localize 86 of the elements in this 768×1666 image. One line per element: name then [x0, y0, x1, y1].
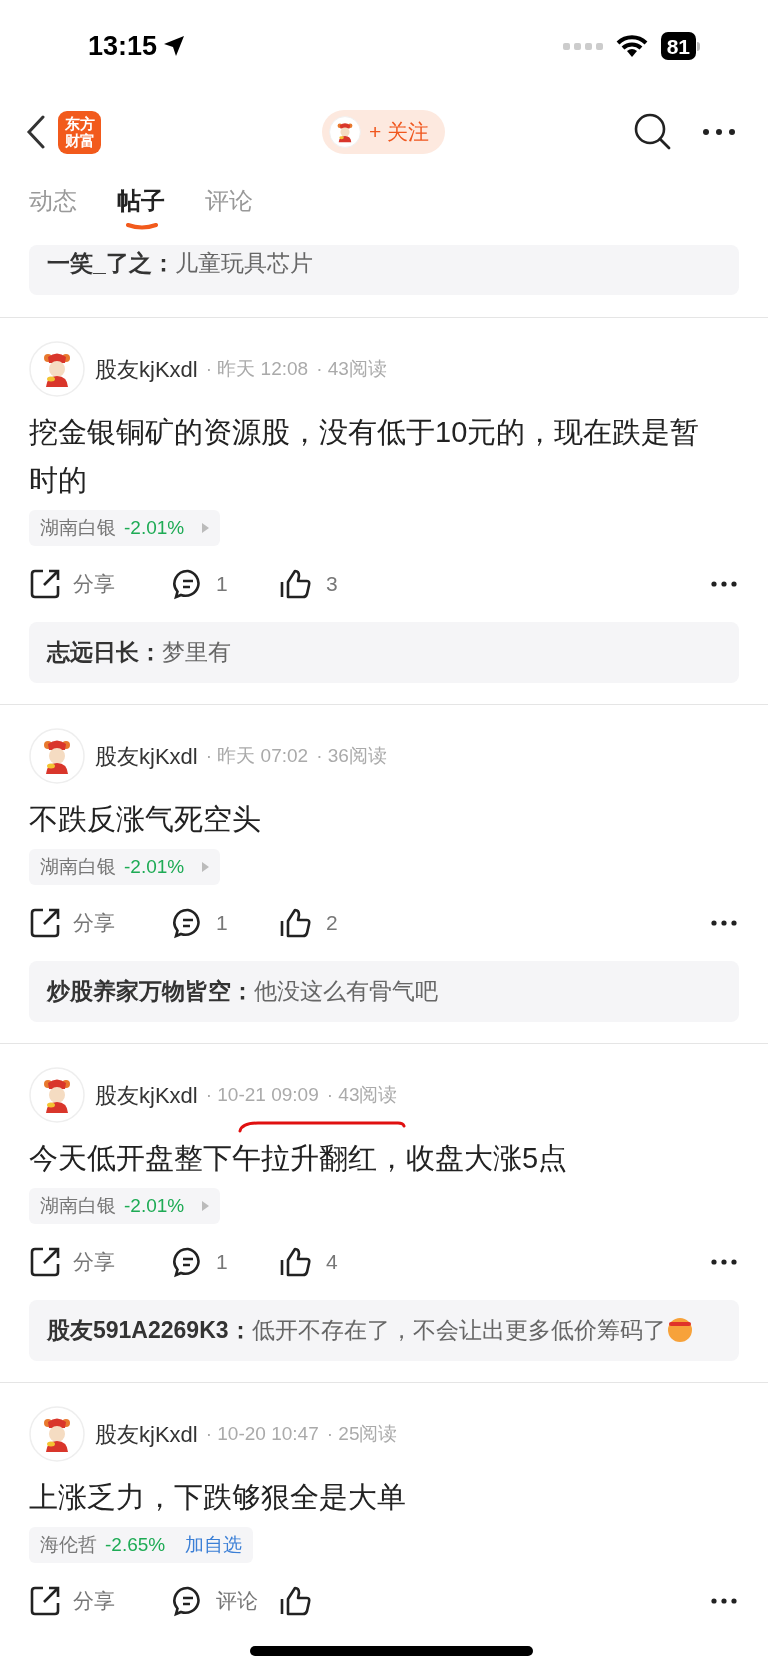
share-button[interactable]: 分享 [29, 568, 172, 600]
stock-change: -2.01% [124, 1193, 185, 1218]
share-button[interactable]: 分享 [29, 1585, 172, 1617]
tab[interactable]: 动态 [29, 184, 77, 218]
follow-button[interactable]: + 关注 [322, 110, 446, 154]
post-text[interactable]: 挖金银铜矿的资源股，没有低于10元的，现在跌是暂时的 [29, 408, 719, 504]
more-icon[interactable] [702, 128, 736, 136]
status-time: 13:15 [88, 29, 158, 63]
search-icon[interactable] [634, 113, 672, 151]
reply-text: 他没这么有骨气吧 [254, 978, 438, 1004]
avatar-icon[interactable] [29, 1067, 85, 1123]
stock-tag[interactable]: 湖南白银 -2.01% [29, 1188, 221, 1224]
stock-name: 海伦哲 [40, 1532, 97, 1557]
avatar-icon[interactable] [29, 1406, 85, 1462]
more-icon[interactable] [711, 1598, 737, 1604]
reply-preview[interactable]: 一笑_了之：儿童玩具芯片 [29, 245, 739, 295]
read-count: · 43阅读 [316, 356, 387, 381]
stock-change: -2.65% [105, 1532, 166, 1557]
play-arrow-icon [202, 523, 210, 533]
back-icon[interactable] [26, 115, 46, 149]
stock-change: -2.01% [124, 515, 185, 540]
tab[interactable]: 评论 [205, 184, 253, 218]
post-text[interactable]: 今天低开盘整下午拉升翻红，收盘大涨5点 [29, 1134, 719, 1182]
post-time: · 昨天 12:08 [205, 356, 309, 381]
share-button[interactable]: 分享 [29, 907, 172, 939]
reply-author: 志远日长： [47, 639, 162, 665]
more-icon[interactable] [711, 581, 737, 587]
stock-name: 湖南白银 [40, 515, 116, 540]
share-icon [29, 568, 61, 600]
like-button[interactable] [280, 1585, 312, 1617]
like-button[interactable]: 4 [280, 1246, 338, 1278]
stock-name: 湖南白银 [40, 854, 116, 879]
reply-author: 股友591A2269K3： [47, 1317, 252, 1343]
more-icon[interactable] [711, 1259, 737, 1265]
tab-underline-icon [125, 222, 159, 230]
reply-author: 一笑_了之： [47, 250, 175, 276]
stock-tag[interactable]: 湖南白银 -2.01% [29, 849, 221, 885]
reply-text: 低开不存在了，不会让出更多低价筹码了 [251, 1317, 666, 1343]
stock-change: -2.01% [124, 854, 185, 879]
thumbs-up-icon [280, 907, 312, 939]
app-logo: 东方 财富 [58, 110, 101, 154]
post-time: · 10-21 09:09 [205, 1082, 319, 1107]
post-text[interactable]: 上涨乏力，下跌够狠全是大单 [29, 1473, 719, 1521]
reply-preview[interactable]: 炒股养家万物皆空：他没这么有骨气吧 [29, 961, 739, 1022]
reply-text: 儿童玩具芯片 [174, 250, 313, 276]
comment-button[interactable]: 评论 [172, 1585, 280, 1617]
play-arrow-icon [202, 862, 210, 872]
reply-author: 炒股养家万物皆空： [47, 978, 254, 1004]
like-button[interactable]: 2 [280, 907, 338, 939]
stock-tag[interactable]: 海伦哲 -2.65% 加自选 [29, 1527, 254, 1563]
comment-button[interactable]: 1 [172, 568, 280, 600]
share-icon [29, 1585, 61, 1617]
author-name[interactable]: 股友kjKxdl [95, 739, 198, 773]
post-time: · 10-20 10:47 [205, 1421, 319, 1446]
location-arrow-icon [163, 35, 186, 57]
comment-button[interactable]: 1 [172, 907, 280, 939]
wifi-icon [614, 34, 649, 58]
play-arrow-icon [202, 1201, 210, 1211]
more-icon[interactable] [711, 920, 737, 926]
avatar-icon[interactable] [29, 341, 85, 397]
thumbs-up-icon [280, 1585, 312, 1617]
read-count: · 25阅读 [326, 1421, 398, 1446]
share-icon [29, 907, 61, 939]
read-count: · 43阅读 [326, 1082, 398, 1107]
stock-name: 湖南白银 [40, 1193, 116, 1218]
author-name[interactable]: 股友kjKxdl [95, 1078, 198, 1112]
reply-preview[interactable]: 志远日长：梦里有 [29, 622, 739, 683]
reply-preview[interactable]: 股友591A2269K3：低开不存在了，不会让出更多低价筹码了 [29, 1300, 739, 1361]
author-name[interactable]: 股友kjKxdl [95, 352, 198, 386]
post-time: · 昨天 07:02 [205, 743, 309, 768]
post-text[interactable]: 不跌反涨气死空头 [29, 795, 719, 843]
add-watchlist-link[interactable]: 加自选 [185, 1530, 243, 1560]
avatar-icon[interactable] [329, 116, 361, 148]
tab[interactable]: 帖子 [117, 184, 165, 218]
stock-tag[interactable]: 湖南白银 -2.01% [29, 510, 221, 546]
signal-icon [562, 41, 603, 51]
share-button[interactable]: 分享 [29, 1246, 172, 1278]
thumbs-up-icon [280, 1246, 312, 1278]
author-name[interactable]: 股友kjKxdl [95, 1417, 198, 1451]
thumbs-up-icon [280, 568, 312, 600]
reply-text: 梦里有 [162, 639, 231, 665]
like-button[interactable]: 3 [280, 568, 338, 600]
avatar-icon[interactable] [29, 728, 85, 784]
share-icon [29, 1246, 61, 1278]
read-count: · 36阅读 [316, 743, 387, 768]
comment-button[interactable]: 1 [172, 1246, 280, 1278]
